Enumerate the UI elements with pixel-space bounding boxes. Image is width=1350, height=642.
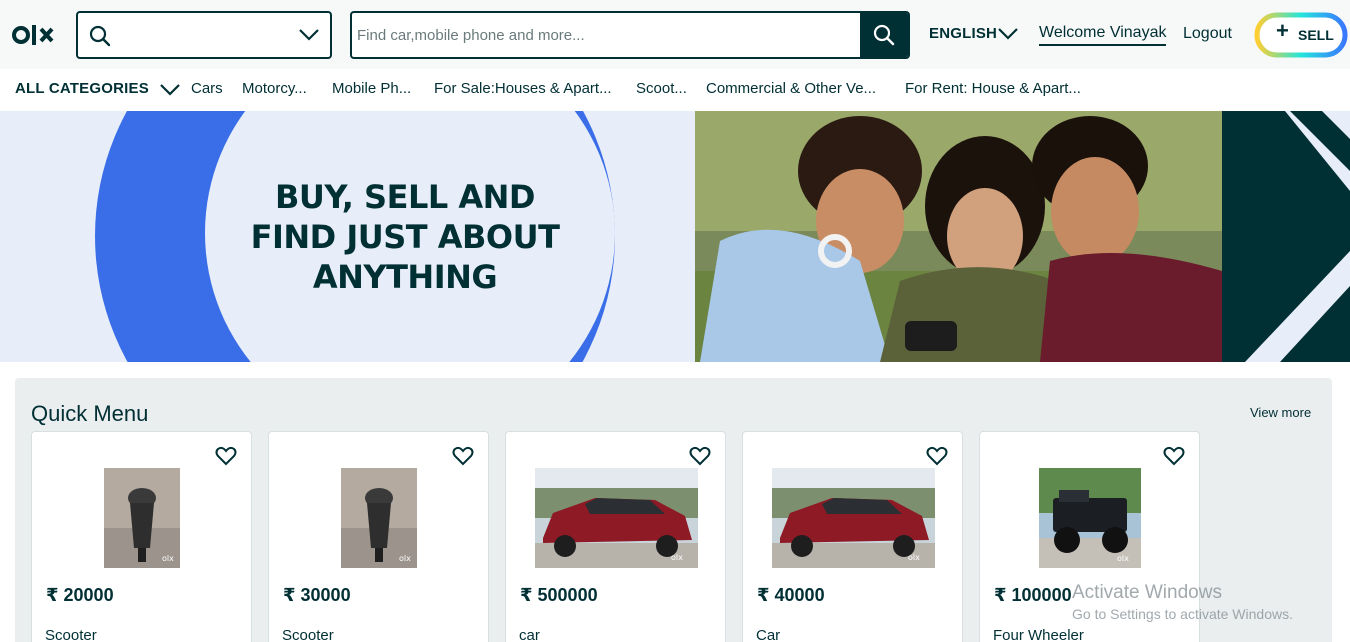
listing-card[interactable]: olx ₹ 30000 Scooter bbox=[268, 431, 489, 642]
search-input[interactable] bbox=[352, 13, 862, 57]
olx-logo[interactable] bbox=[12, 22, 56, 48]
svg-text:olx: olx bbox=[908, 553, 920, 562]
listing-title: Scooter bbox=[45, 627, 97, 642]
heart-icon[interactable] bbox=[689, 446, 711, 466]
search-icon bbox=[89, 25, 111, 47]
listing-card[interactable]: olx ₹ 40000 Car bbox=[742, 431, 963, 642]
language-selector[interactable]: ENGLISH bbox=[929, 25, 997, 42]
listing-price: ₹ 20000 bbox=[46, 585, 114, 605]
category-link-cars[interactable]: Cars bbox=[191, 80, 223, 97]
jeep-photo: olx bbox=[1039, 468, 1141, 568]
car-photo: olx bbox=[772, 468, 935, 568]
hero-banner[interactable]: BUY, SELL AND FIND JUST ABOUT ANYTHING bbox=[0, 111, 1350, 362]
top-header: ENGLISH Welcome Vinayak Logout + SELL bbox=[0, 0, 1350, 69]
activate-windows-hint: Go to Settings to activate Windows. bbox=[1072, 606, 1293, 622]
banner-line-3: ANYTHING bbox=[312, 258, 498, 296]
heart-icon[interactable] bbox=[452, 446, 474, 466]
search-bar bbox=[350, 11, 910, 59]
plus-icon: + bbox=[1276, 18, 1289, 43]
listing-title: Car bbox=[756, 627, 781, 642]
listing-price: ₹ 500000 bbox=[520, 585, 598, 605]
view-more-link[interactable]: View more bbox=[1250, 405, 1311, 420]
search-icon bbox=[873, 24, 895, 46]
listing-card[interactable]: olx ₹ 20000 Scooter bbox=[31, 431, 252, 642]
all-categories-button[interactable]: ALL CATEGORIES bbox=[15, 80, 149, 97]
quick-menu-title: Quick Menu bbox=[31, 401, 149, 426]
heart-icon[interactable] bbox=[1163, 446, 1185, 466]
listing-title: car bbox=[519, 627, 540, 642]
banner-line-1: BUY, SELL AND bbox=[275, 178, 535, 216]
listing-price: ₹ 100000 bbox=[994, 585, 1072, 605]
category-link-commercial-vehicles[interactable]: Commercial & Other Ve... bbox=[706, 80, 876, 97]
listing-price: ₹ 30000 bbox=[283, 585, 351, 605]
category-link-scooters[interactable]: Scoot... bbox=[636, 80, 687, 97]
logout-link[interactable]: Logout bbox=[1183, 25, 1232, 43]
heart-icon[interactable] bbox=[926, 446, 948, 466]
car-photo: olx bbox=[535, 468, 698, 568]
scooter-photo: olx bbox=[104, 468, 180, 568]
activate-windows-watermark: Activate Windows bbox=[1072, 582, 1222, 603]
banner-headline: BUY, SELL AND FIND JUST ABOUT ANYTHING bbox=[200, 177, 610, 297]
listing-title: Four Wheeler bbox=[993, 627, 1084, 642]
scooter-photo: olx bbox=[341, 468, 417, 568]
category-link-houses-for-sale[interactable]: For Sale:Houses & Apart... bbox=[434, 80, 612, 97]
chevron-down-icon[interactable] bbox=[997, 26, 1019, 42]
chevron-down-icon[interactable] bbox=[159, 82, 181, 98]
category-link-houses-for-rent[interactable]: For Rent: House & Apart... bbox=[905, 80, 1081, 97]
category-bar: ALL CATEGORIES Cars Motorcy... Mobile Ph… bbox=[0, 69, 1350, 111]
sell-label: SELL bbox=[1298, 27, 1334, 43]
category-link-mobile-phones[interactable]: Mobile Ph... bbox=[332, 80, 411, 97]
search-button[interactable] bbox=[860, 13, 908, 57]
listing-title: Scooter bbox=[282, 627, 334, 642]
svg-text:olx: olx bbox=[399, 554, 411, 563]
category-link-motorcycles[interactable]: Motorcy... bbox=[242, 80, 307, 97]
svg-text:olx: olx bbox=[162, 554, 174, 563]
welcome-user-link[interactable]: Welcome Vinayak bbox=[1039, 24, 1167, 46]
svg-text:olx: olx bbox=[1117, 554, 1129, 563]
heart-icon[interactable] bbox=[215, 446, 237, 466]
svg-text:olx: olx bbox=[671, 553, 683, 562]
listing-card[interactable]: olx ₹ 500000 car bbox=[505, 431, 726, 642]
listing-price: ₹ 40000 bbox=[757, 585, 825, 605]
location-selector[interactable] bbox=[76, 11, 332, 59]
banner-line-2: FIND JUST ABOUT bbox=[250, 218, 560, 256]
chevron-down-icon bbox=[299, 29, 319, 41]
